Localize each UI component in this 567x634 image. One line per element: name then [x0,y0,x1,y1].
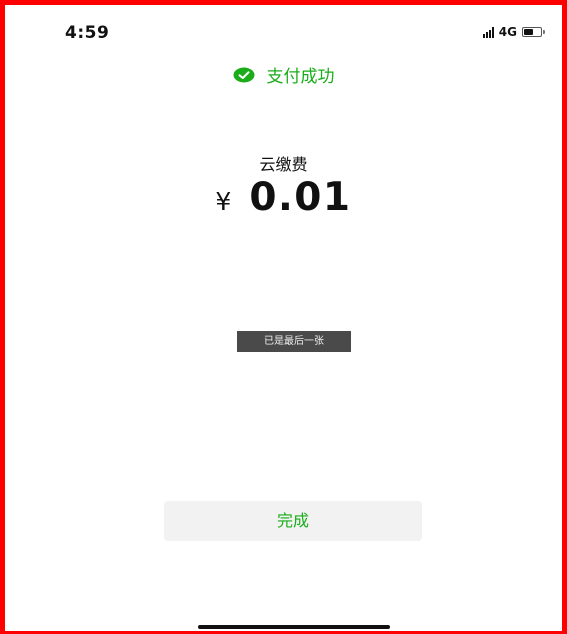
toast-message: 已是最后一张 [237,331,351,352]
payment-success-header: 支付成功 [5,62,562,87]
status-indicators: 4G [482,25,545,39]
signal-icon [482,26,494,38]
payment-amount: ¥ 0.01 [5,175,562,220]
merchant-name: 云缴费 [259,155,308,174]
check-icon [233,67,255,83]
done-button[interactable]: 完成 [164,501,422,541]
currency-symbol: ¥ [215,187,232,216]
status-bar: 4:59 4G [5,5,562,55]
home-indicator[interactable] [198,625,390,629]
network-label: 4G [498,25,517,39]
status-time: 4:59 [65,23,110,43]
amount-value: 0.01 [249,175,352,220]
success-title: 支付成功 [266,67,335,87]
battery-icon [522,27,545,37]
phone-screen: 4:59 4G 支付成功 云缴费 ¥ 0.01 已是最后一张 完成 [0,0,567,634]
